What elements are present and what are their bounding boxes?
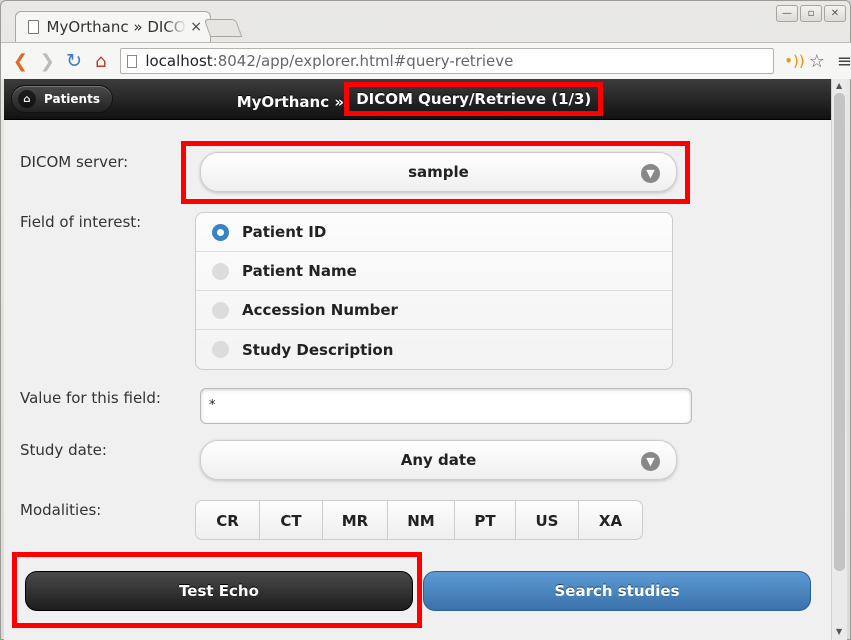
- server-label: DICOM server:: [20, 153, 129, 171]
- title-crumb: DICOM Query/Retrieve (1/3): [344, 82, 604, 116]
- field-label: Field of interest:: [20, 213, 142, 231]
- star-icon[interactable]: ☆: [809, 51, 825, 72]
- modality-ct[interactable]: CT: [260, 501, 323, 539]
- browser-tab[interactable]: MyOrthanc » DICOM Query/Retrieve (1/3) ×: [15, 11, 211, 42]
- page-icon: [127, 54, 138, 68]
- url-host: localhost: [145, 52, 213, 70]
- value-label: Value for this field:: [20, 389, 161, 407]
- chevron-down-icon: ▼: [641, 164, 660, 183]
- date-value: Any date: [400, 451, 477, 469]
- vertical-scrollbar[interactable]: ▲ ▼: [831, 79, 847, 640]
- search-studies-button[interactable]: Search studies: [423, 571, 811, 611]
- tab-title: MyOrthanc » DICOM Query/Retrieve (1/3): [46, 18, 187, 36]
- page-viewport: ⌂ Patients MyOrthanc » DICOM Query/Retri…: [4, 79, 831, 640]
- radio-label: Patient Name: [242, 262, 357, 280]
- close-window-button[interactable]: ✕: [824, 5, 846, 22]
- modality-us[interactable]: US: [516, 501, 579, 539]
- radio-accession-number[interactable]: Accession Number: [196, 291, 672, 330]
- modality-nm[interactable]: NM: [388, 501, 455, 539]
- scroll-up-icon[interactable]: ▲: [836, 81, 842, 90]
- test-echo-button[interactable]: Test Echo: [25, 571, 413, 611]
- tab-bar: MyOrthanc » DICOM Query/Retrieve (1/3) ×…: [1, 1, 851, 42]
- page-header: ⌂ Patients MyOrthanc » DICOM Query/Retri…: [4, 79, 831, 120]
- window-controls: — ▫ ✕: [776, 5, 846, 22]
- radio-patient-name[interactable]: Patient Name: [196, 252, 672, 291]
- value-input[interactable]: *: [200, 388, 692, 424]
- radio-patient-id[interactable]: Patient ID: [196, 213, 672, 252]
- home-icon[interactable]: ⌂: [87, 47, 114, 75]
- study-date-select[interactable]: Any date ▼: [200, 440, 677, 480]
- modality-pt[interactable]: PT: [455, 501, 516, 539]
- date-label: Study date:: [20, 441, 107, 459]
- minimize-button[interactable]: —: [776, 5, 798, 22]
- modality-mr[interactable]: MR: [323, 501, 388, 539]
- server-select[interactable]: sample ▼: [200, 152, 677, 192]
- radio-label: Patient ID: [242, 223, 327, 241]
- reload-icon[interactable]: ↻: [61, 47, 88, 75]
- close-tab-icon[interactable]: ×: [190, 19, 202, 35]
- modalities-group: CR CT MR NM PT US XA: [195, 500, 643, 540]
- field-radio-group: Patient ID Patient Name Accession Number…: [195, 212, 673, 370]
- modality-xa[interactable]: XA: [579, 501, 642, 539]
- radio-label: Accession Number: [242, 301, 398, 319]
- browser-toolbar: ❮ ❯ ↻ ⌂ localhost:8042/app/explorer.html…: [1, 42, 851, 79]
- radio-unselected-icon: [212, 341, 229, 358]
- scroll-down-icon[interactable]: ▼: [836, 627, 842, 636]
- radio-unselected-icon: [212, 301, 229, 319]
- url-path: :8042/app/explorer.html#query-retrieve: [212, 52, 514, 70]
- radio-label: Study Description: [242, 340, 394, 359]
- maximize-button[interactable]: ▫: [800, 5, 822, 22]
- new-tab-button[interactable]: [203, 19, 243, 37]
- radio-unselected-icon: [212, 262, 229, 280]
- back-icon[interactable]: ❮: [7, 47, 34, 75]
- radio-selected-icon: [212, 223, 229, 241]
- title-prefix: MyOrthanc »: [236, 93, 350, 111]
- modality-cr[interactable]: CR: [196, 501, 260, 539]
- menu-icon[interactable]: ≡: [837, 51, 851, 72]
- scroll-thumb[interactable]: [834, 93, 845, 571]
- address-bar[interactable]: localhost:8042/app/explorer.html#query-r…: [120, 48, 775, 74]
- document-icon: [28, 20, 39, 34]
- rss-icon[interactable]: •)): [784, 52, 805, 70]
- page-title: MyOrthanc » DICOM Query/Retrieve (1/3): [4, 82, 831, 116]
- forward-icon[interactable]: ❯: [34, 47, 61, 75]
- chevron-down-icon: ▼: [641, 452, 660, 471]
- server-value: sample: [408, 163, 469, 181]
- modalities-label: Modalities:: [20, 501, 102, 519]
- radio-study-description[interactable]: Study Description: [196, 330, 672, 369]
